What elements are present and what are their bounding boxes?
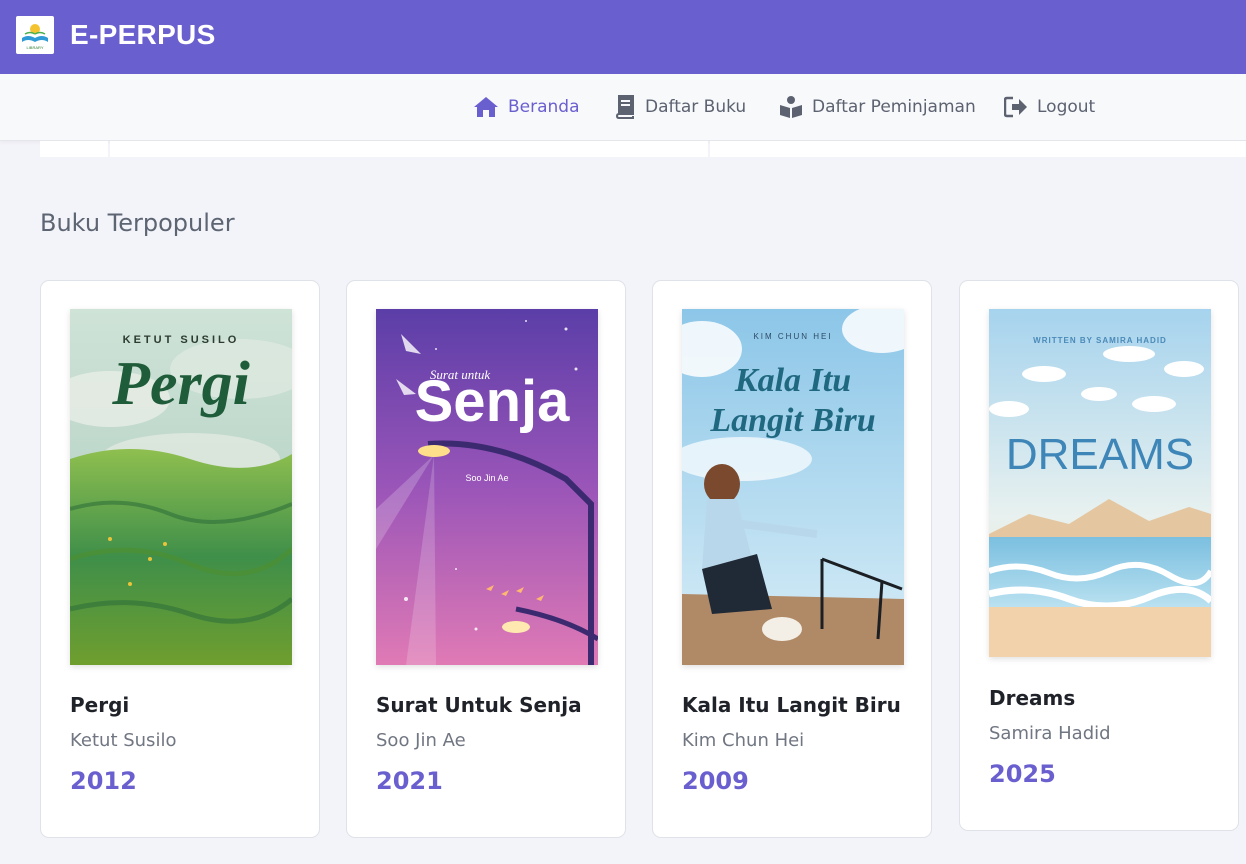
cover-author-text: Soo Jin Ae — [465, 473, 508, 483]
book-cover[interactable]: KETUT SUSILO Pergi — [70, 309, 292, 665]
book-cover[interactable]: Surat untuk Senja Soo Jin Ae — [376, 309, 598, 665]
cover-title-text: Pergi — [111, 350, 250, 418]
book-title[interactable]: Surat Untuk Senja — [376, 693, 582, 717]
book-year: 2021 — [376, 767, 443, 795]
nav-label: Logout — [1037, 97, 1096, 117]
book-icon — [614, 94, 636, 120]
book-author: Samira Hadid — [989, 723, 1111, 744]
top-bar: LIBRARY E-PERPUS — [0, 0, 1246, 74]
book-card[interactable]: WRITTEN BY SAMIRA HADID DREAMS Dreams Sa… — [959, 280, 1239, 831]
book-year: 2012 — [70, 767, 137, 795]
book-author: Soo Jin Ae — [376, 730, 466, 751]
nav-daftar-peminjaman[interactable]: Daftar Peminjaman — [779, 94, 976, 120]
book-cover[interactable]: WRITTEN BY SAMIRA HADID DREAMS — [989, 309, 1211, 657]
book-cover[interactable]: KIM CHUN HEI Kala Itu Langit Biru — [682, 309, 904, 665]
nav-logout[interactable]: Logout — [1004, 94, 1095, 120]
book-author: Ketut Susilo — [70, 730, 177, 751]
cover-title-text: DREAMS — [1006, 430, 1194, 479]
book-title[interactable]: Pergi — [70, 693, 129, 717]
book-title[interactable]: Dreams — [989, 686, 1075, 710]
home-icon — [473, 94, 499, 120]
book-year: 2009 — [682, 767, 749, 795]
book-author: Kim Chun Hei — [682, 730, 805, 751]
nav-label: Beranda — [508, 97, 580, 117]
banner-remnant — [110, 141, 708, 157]
cover-author-text: KETUT SUSILO — [123, 334, 240, 346]
logout-icon — [1004, 94, 1028, 120]
banner-remnant — [710, 141, 1246, 157]
nav-label: Daftar Peminjaman — [812, 97, 976, 117]
nav-daftar-buku[interactable]: Daftar Buku — [614, 94, 746, 120]
book-card[interactable]: KETUT SUSILO Pergi Pergi Ketut Susilo 20… — [40, 280, 320, 838]
cover-author-text: WRITTEN BY SAMIRA HADID — [1033, 336, 1167, 345]
cover-title-line1: Kala Itu — [734, 362, 851, 399]
book-title[interactable]: Kala Itu Langit Biru — [682, 693, 901, 717]
cover-title-line2: Langit Biru — [709, 402, 875, 439]
cover-author-text: KIM CHUN HEI — [753, 332, 832, 341]
book-card[interactable]: Surat untuk Senja Soo Jin Ae Surat Untuk… — [346, 280, 626, 838]
cover-title-text: Senja — [415, 369, 570, 434]
book-card[interactable]: KIM CHUN HEI Kala Itu Langit Biru Kala I… — [652, 280, 932, 838]
nav-label: Daftar Buku — [645, 97, 747, 117]
book-reader-icon — [779, 94, 803, 120]
nav-beranda[interactable]: Beranda — [473, 94, 580, 120]
banner-remnant — [40, 141, 108, 157]
app-brand[interactable]: E-PERPUS — [70, 19, 216, 51]
svg-text:LIBRARY: LIBRARY — [26, 45, 43, 50]
library-logo[interactable]: LIBRARY — [16, 16, 54, 54]
book-year: 2025 — [989, 760, 1056, 788]
section-title: Buku Terpopuler — [40, 209, 235, 237]
nav-bar: Beranda Daftar Buku Daftar Peminjaman Lo… — [0, 74, 1246, 141]
